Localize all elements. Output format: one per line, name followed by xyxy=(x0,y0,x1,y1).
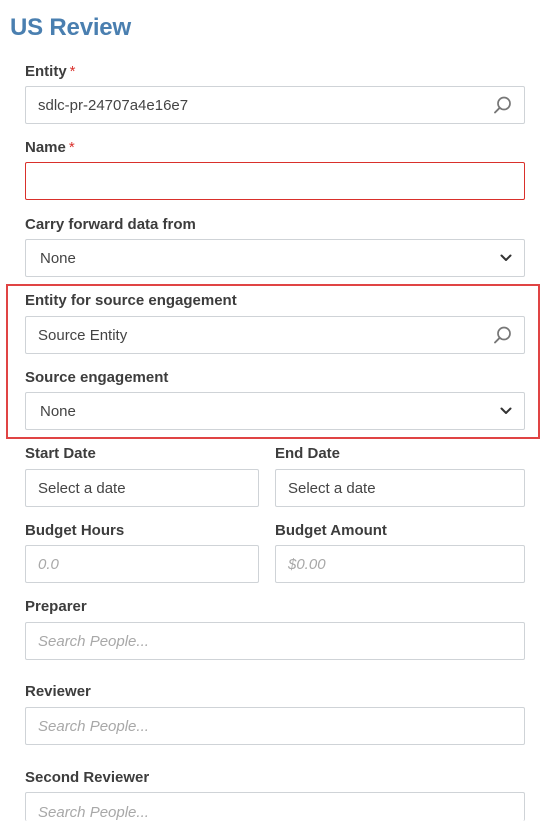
end-date-input[interactable]: Select a date xyxy=(275,469,525,507)
search-icon[interactable] xyxy=(493,96,512,115)
name-label: Name * xyxy=(25,139,75,156)
search-icon[interactable] xyxy=(493,326,512,345)
source-entity-label: Entity for source engagement xyxy=(25,292,237,309)
second-reviewer-placeholder: Search People... xyxy=(38,804,149,821)
budget-hours-placeholder: 0.0 xyxy=(38,555,59,573)
preparer-input[interactable]: Search People... xyxy=(25,622,525,660)
budget-hours-input[interactable]: 0.0 xyxy=(25,545,259,583)
name-input[interactable] xyxy=(25,162,525,200)
required-marker: * xyxy=(69,63,76,80)
budget-amount-label: Budget Amount xyxy=(275,522,387,539)
source-engagement-label: Source engagement xyxy=(25,369,169,386)
carry-forward-selected: None xyxy=(40,249,76,267)
source-entity-field[interactable]: Source Entity xyxy=(25,316,525,354)
second-reviewer-input[interactable]: Search People... xyxy=(25,792,525,821)
source-engagement-selected: None xyxy=(40,402,76,420)
required-marker: * xyxy=(68,139,75,156)
name-label-text: Name xyxy=(25,139,66,156)
chevron-down-icon xyxy=(500,254,512,262)
budget-hours-label: Budget Hours xyxy=(25,522,125,539)
entity-field[interactable]: sdlc-pr-24707a4e16e7 xyxy=(25,86,525,124)
preparer-label: Preparer xyxy=(25,598,87,615)
start-date-input[interactable]: Select a date xyxy=(25,469,259,507)
start-date-placeholder: Select a date xyxy=(38,479,126,497)
preparer-placeholder: Search People... xyxy=(38,632,149,650)
carry-forward-select[interactable]: None xyxy=(25,239,525,277)
entity-value: sdlc-pr-24707a4e16e7 xyxy=(38,96,189,114)
second-reviewer-label: Second Reviewer xyxy=(25,769,150,786)
source-entity-value: Source Entity xyxy=(38,326,128,344)
chevron-down-icon xyxy=(500,407,512,415)
entity-label-text: Entity xyxy=(25,63,67,80)
end-date-placeholder: Select a date xyxy=(288,479,376,497)
reviewer-placeholder: Search People... xyxy=(38,717,149,735)
budget-amount-input[interactable]: $0.00 xyxy=(275,545,525,583)
reviewer-label: Reviewer xyxy=(25,683,91,700)
reviewer-input[interactable]: Search People... xyxy=(25,707,525,745)
end-date-label: End Date xyxy=(275,445,341,462)
carry-forward-label: Carry forward data from xyxy=(25,216,196,233)
entity-label: Entity * xyxy=(25,63,76,80)
page-title: US Review xyxy=(10,14,131,41)
start-date-label: Start Date xyxy=(25,445,96,462)
budget-amount-placeholder: $0.00 xyxy=(288,555,326,573)
source-engagement-select[interactable]: None xyxy=(25,392,525,430)
